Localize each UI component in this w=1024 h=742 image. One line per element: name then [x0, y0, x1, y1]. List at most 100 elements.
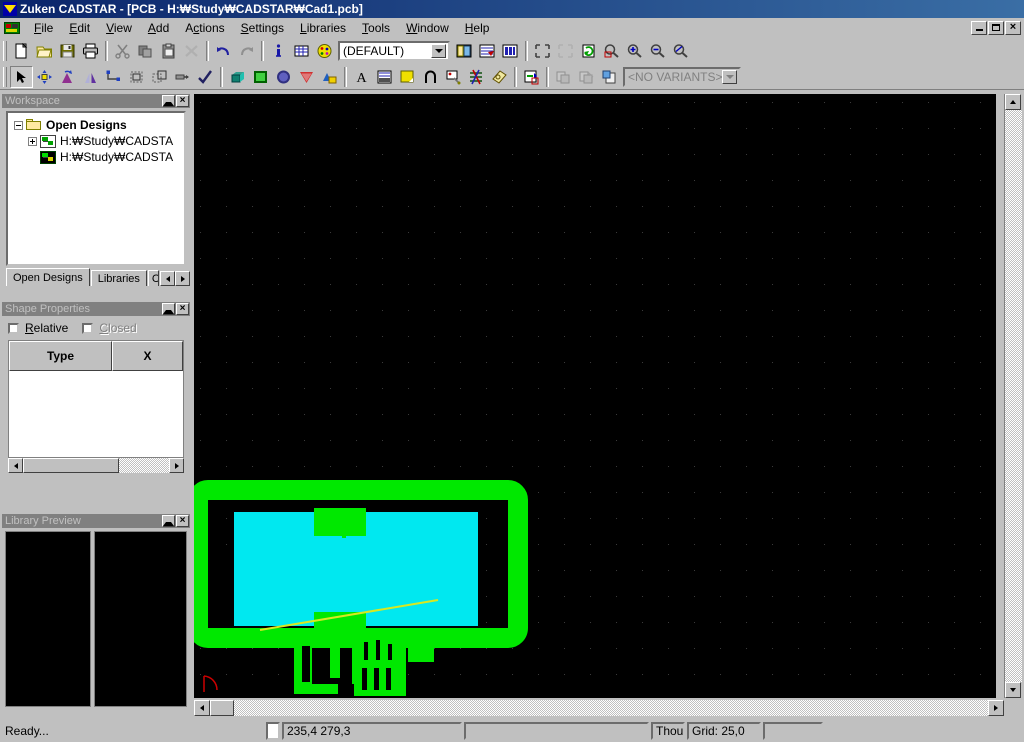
shape-hscrollbar[interactable] — [8, 458, 184, 473]
scroll-left-icon[interactable] — [8, 458, 23, 473]
zoom-previous-icon[interactable] — [669, 40, 692, 62]
tab-next-icon[interactable] — [175, 271, 190, 286]
route-editor-icon[interactable] — [465, 66, 488, 88]
scroll-right-icon[interactable] — [988, 700, 1004, 716]
redraw-icon[interactable] — [577, 40, 600, 62]
shape-grid[interactable]: Type X — [8, 340, 184, 458]
pcb-document-icon[interactable] — [4, 21, 20, 35]
add-copper-icon[interactable] — [249, 66, 272, 88]
cut-scissors-icon[interactable] — [111, 40, 134, 62]
canvas-hscrollbar[interactable] — [194, 700, 1004, 716]
panel-maximize-icon[interactable] — [162, 95, 175, 107]
panel-close-icon[interactable] — [176, 515, 189, 527]
collapse-minus-icon[interactable] — [14, 120, 23, 130]
add-component-icon[interactable] — [226, 66, 249, 88]
panel-close-icon[interactable] — [176, 95, 189, 107]
group-icon[interactable] — [125, 66, 148, 88]
menu-view[interactable]: View — [98, 19, 140, 37]
toolbar-grip[interactable] — [3, 66, 7, 87]
redo-arrow-icon[interactable] — [235, 40, 258, 62]
scroll-right-icon[interactable] — [169, 458, 184, 473]
panel-close-icon[interactable] — [176, 303, 189, 315]
add-text-icon[interactable]: A — [350, 66, 373, 88]
scroll-thumb-horizontal[interactable] — [210, 700, 234, 716]
chevron-down-icon[interactable] — [431, 44, 446, 58]
new-icon[interactable] — [10, 40, 33, 62]
add-template-icon[interactable] — [272, 66, 295, 88]
scroll-track[interactable] — [23, 458, 169, 473]
menu-help[interactable]: Help — [457, 19, 498, 37]
menu-actions[interactable]: Actions — [177, 19, 232, 37]
rotate-icon[interactable] — [56, 66, 79, 88]
menu-file[interactable]: File — [26, 19, 61, 37]
pcb-board-drawing[interactable] — [194, 94, 996, 698]
variants-combo[interactable]: <NO VARIANTS> — [623, 66, 741, 87]
tree-node-design-2[interactable]: H:₩Study₩CADSTA — [14, 149, 184, 165]
scroll-left-icon[interactable] — [194, 700, 210, 716]
zoom-fit-icon[interactable] — [531, 40, 554, 62]
add-testpoint-icon[interactable] — [442, 66, 465, 88]
library-preview-left[interactable] — [5, 531, 91, 707]
tab-libraries[interactable]: Libraries — [90, 270, 147, 286]
chevron-down-icon[interactable] — [722, 69, 737, 84]
net-classes-icon[interactable] — [476, 40, 499, 62]
check-icon[interactable] — [194, 66, 217, 88]
mirror-icon[interactable] — [79, 66, 102, 88]
paste-clipboard-icon[interactable] — [157, 40, 180, 62]
menu-add[interactable]: Add — [140, 19, 177, 37]
tree-node-open-designs[interactable]: Open Designs — [14, 117, 184, 133]
status-grid[interactable]: Grid: 25,0 — [687, 722, 761, 740]
add-route-icon[interactable] — [419, 66, 442, 88]
menu-tools[interactable]: Tools — [354, 19, 398, 37]
move-icon[interactable] — [33, 66, 56, 88]
grid-table-icon[interactable] — [290, 40, 313, 62]
zoom-window-icon[interactable] — [600, 40, 623, 62]
library-preview-right[interactable] — [94, 531, 187, 707]
menu-edit[interactable]: Edit — [61, 19, 98, 37]
workspace-tree-container[interactable]: Open Designs H:₩Study₩CADSTA H:₩Study₩CA… — [6, 111, 186, 266]
delete-x-icon[interactable] — [180, 40, 203, 62]
scroll-up-icon[interactable] — [1005, 94, 1021, 110]
tree-node-design-1[interactable]: H:₩Study₩CADSTA — [14, 133, 184, 149]
menu-window[interactable]: Window — [398, 19, 457, 37]
toolbar-grip[interactable] — [3, 41, 7, 61]
add-dimension-icon[interactable] — [373, 66, 396, 88]
closed-checkbox[interactable] — [82, 322, 94, 334]
variant-copy-icon[interactable] — [598, 66, 621, 88]
tab-open-designs[interactable]: Open Designs — [6, 268, 90, 286]
zoom-selection-icon[interactable] — [554, 40, 577, 62]
tab-prev-icon[interactable] — [160, 271, 175, 286]
print-icon[interactable] — [79, 40, 102, 62]
shape-grid-body[interactable] — [9, 371, 183, 457]
layers-icon[interactable] — [453, 40, 476, 62]
zoom-in-icon[interactable] — [623, 40, 646, 62]
add-figure-icon[interactable] — [318, 66, 341, 88]
scroll-track-horizontal[interactable] — [210, 700, 988, 716]
panel-maximize-icon[interactable] — [162, 515, 175, 527]
status-units[interactable]: Thou — [651, 722, 685, 740]
copy-icon[interactable] — [134, 40, 157, 62]
undo-arrow-icon[interactable] — [212, 40, 235, 62]
ungroup-icon[interactable] — [148, 66, 171, 88]
info-icon[interactable] — [267, 40, 290, 62]
embedded-board-icon[interactable] — [520, 66, 543, 88]
colours-palette-icon[interactable] — [313, 40, 336, 62]
zoom-out-icon[interactable] — [646, 40, 669, 62]
menu-libraries[interactable]: Libraries — [292, 19, 354, 37]
expand-plus-icon[interactable] — [28, 136, 37, 146]
column-header-type[interactable]: Type — [9, 341, 112, 371]
menu-settings[interactable]: Settings — [233, 19, 292, 37]
variant-manager-icon[interactable] — [552, 66, 575, 88]
relative-checkbox[interactable] — [8, 322, 19, 334]
scroll-thumb[interactable] — [23, 458, 119, 473]
save-disk-icon[interactable] — [56, 40, 79, 62]
scroll-down-icon[interactable] — [1005, 682, 1021, 698]
layer-combo[interactable]: (DEFAULT) — [338, 41, 450, 61]
restore-icon[interactable] — [988, 20, 1004, 35]
minimize-icon[interactable] — [971, 20, 987, 35]
select-arrow-icon[interactable] — [10, 65, 33, 88]
design-rules-icon[interactable] — [488, 66, 511, 88]
variant-compare-icon[interactable] — [575, 66, 598, 88]
close-icon[interactable] — [1005, 20, 1021, 35]
change-shape-icon[interactable] — [102, 66, 125, 88]
